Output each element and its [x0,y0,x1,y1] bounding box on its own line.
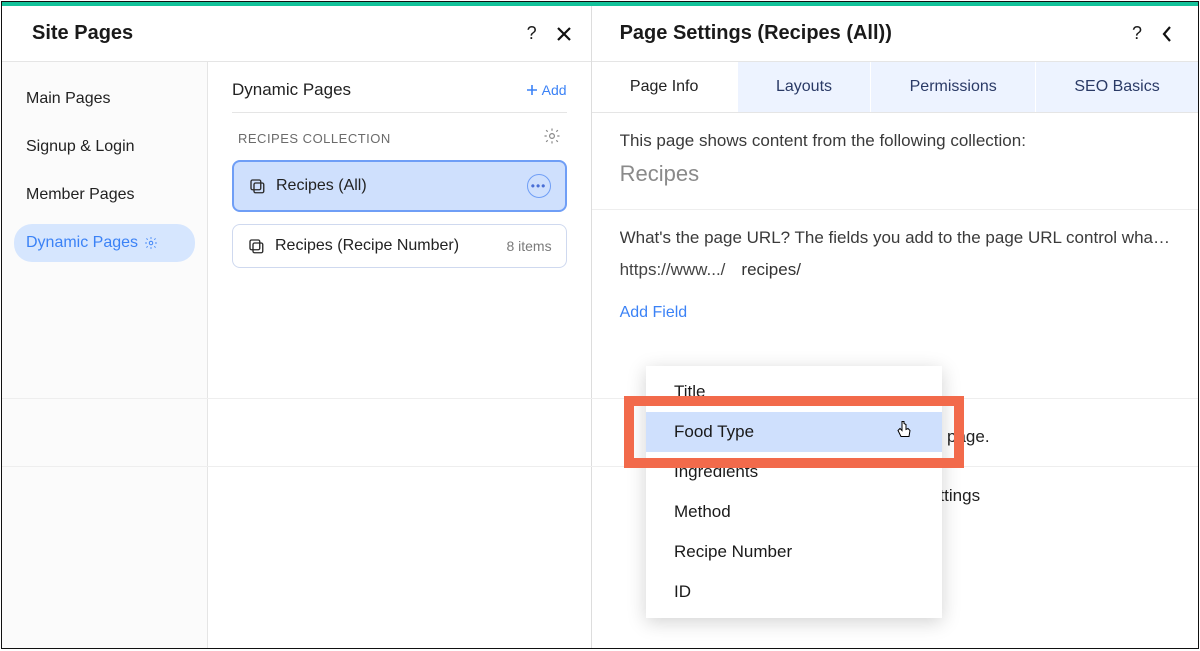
divider [2,398,1198,399]
sidebar-item-label: Dynamic Pages [26,234,138,252]
page-settings-title: Page Settings (Recipes (All)) [620,22,892,45]
tab-page-info[interactable]: Page Info [592,62,737,112]
page-actions-button[interactable]: ••• [527,174,551,198]
pages-icon [248,177,266,195]
add-label: Add [542,82,567,98]
sidebar-item-signup-login[interactable]: Signup & Login [14,128,195,166]
collection-info-line: This page shows content from the followi… [620,131,1170,151]
tab-permissions[interactable]: Permissions [870,62,1035,112]
site-pages-panel: Site Pages ? Main Pages Signup & Login [2,6,592,648]
url-prefix: https://www.../ [620,260,726,280]
site-pages-title: Site Pages [32,22,133,45]
sidebar-item-label: Member Pages [26,186,135,204]
pages-icon [247,237,265,255]
gear-icon [543,127,561,145]
add-field-link[interactable]: Add Field [620,304,688,322]
collection-settings-button[interactable] [543,127,561,150]
sidebar-item-dynamic-pages[interactable]: Dynamic Pages [14,224,195,262]
dynamic-page-recipes-all[interactable]: Recipes (All) ••• [232,160,567,212]
url-path[interactable]: recipes/ [741,260,801,280]
sidebar-item-member-pages[interactable]: Member Pages [14,176,195,214]
page-item-count: 8 items [506,238,551,254]
cursor-pointer-icon [896,420,914,445]
gear-icon [144,236,158,250]
back-icon[interactable] [1160,25,1174,43]
add-dynamic-page-button[interactable]: Add [526,82,567,98]
dynamic-page-recipes-number[interactable]: Recipes (Recipe Number) 8 items [232,224,567,268]
field-option-ingredients[interactable]: Ingredients [646,452,942,492]
collection-name: Recipes [620,161,1170,187]
page-name: Recipes (All) [276,177,517,195]
field-option-method[interactable]: Method [646,492,942,532]
help-icon[interactable]: ? [1132,23,1142,44]
settings-tabs: Page Info Layouts Permissions SEO Basics [592,62,1198,113]
field-option-label: Food Type [674,422,754,441]
sidebar-item-label: Main Pages [26,90,111,108]
help-icon[interactable]: ? [527,23,537,44]
tab-layouts[interactable]: Layouts [737,62,871,112]
add-field-dropdown: Title Food Type Ingredients Method Recip… [646,366,942,618]
collection-label: RECIPES COLLECTION [238,131,391,146]
sidebar: Main Pages Signup & Login Member Pages D… [2,62,208,648]
field-option-food-type[interactable]: Food Type [646,412,942,452]
close-icon[interactable] [555,25,573,43]
dynamic-pages-heading: Dynamic Pages [232,80,351,100]
divider [2,466,1198,467]
url-prompt: What's the page URL? The fields you add … [620,228,1170,248]
page-name: Recipes (Recipe Number) [275,237,496,255]
plus-icon [526,84,538,96]
sidebar-item-main-pages[interactable]: Main Pages [14,80,195,118]
field-option-title[interactable]: Title [646,372,942,412]
field-option-recipe-number[interactable]: Recipe Number [646,532,942,572]
dynamic-pages-column: Dynamic Pages Add RECIPES COLLECTION [208,62,591,648]
field-option-id[interactable]: ID [646,572,942,612]
sidebar-item-label: Signup & Login [26,138,135,156]
tab-seo-basics[interactable]: SEO Basics [1035,62,1198,112]
